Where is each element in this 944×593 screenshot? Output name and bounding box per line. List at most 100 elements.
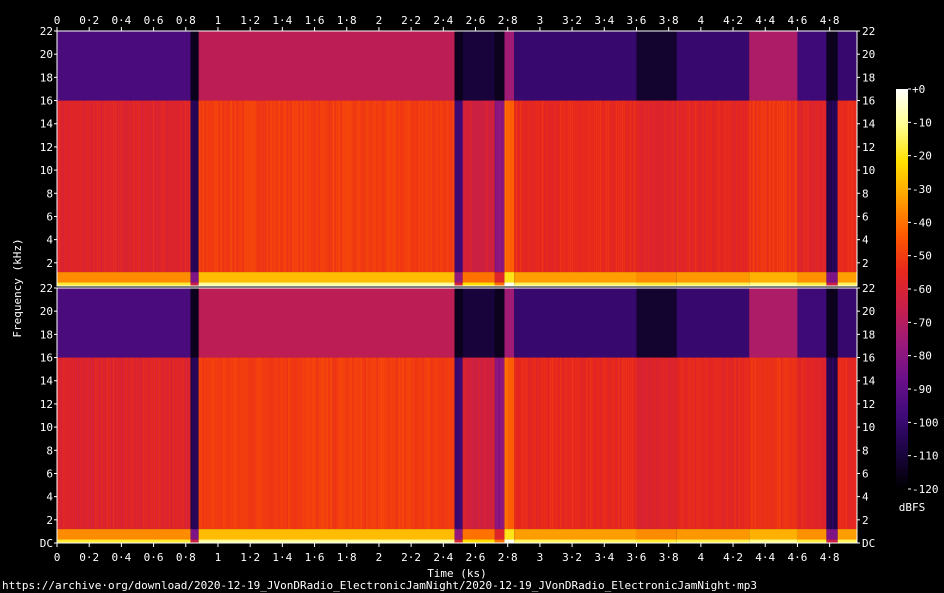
spectrum-stripe <box>216 100 218 273</box>
spectrum-stripe <box>330 100 332 273</box>
spectrum-stripe <box>819 100 821 273</box>
spectrum-stripe <box>119 357 120 530</box>
spectrum-segment <box>749 31 799 286</box>
spectrum-stripe <box>793 357 795 530</box>
spectrum-stripe <box>490 357 492 530</box>
spectrum-stripe <box>99 100 100 273</box>
spectrum-stripe <box>258 100 260 273</box>
spectrum-stripe <box>428 100 430 273</box>
spectrum-stripe <box>89 100 90 273</box>
spectrum-stripe <box>799 100 801 273</box>
spectrum-stripe <box>832 357 834 530</box>
spectrum-stripe <box>580 100 582 273</box>
spectrum-stripe <box>260 357 262 530</box>
spectrum-stripe <box>402 357 404 530</box>
spectrum-stripe <box>380 100 382 273</box>
spectrum-stripe <box>556 100 558 273</box>
spectrum-stripe <box>216 357 218 530</box>
spectrum-stripe <box>534 100 536 273</box>
spectrum-stripe <box>570 100 572 273</box>
spectrum-stripe <box>504 100 506 273</box>
spectrum-stripe <box>572 100 574 273</box>
spectrum-stripe <box>618 100 620 273</box>
spectrum-stripe <box>302 100 304 273</box>
spectrum-stripe <box>682 357 684 530</box>
colorbar-tick-label: -80 <box>912 350 932 363</box>
x-tick-label-top: 1·4 <box>272 14 292 27</box>
spectrum-stripe <box>478 100 480 273</box>
spectrum-stripe <box>125 100 126 273</box>
spectrum-stripe <box>189 100 190 273</box>
spectrum-stripe <box>586 100 588 273</box>
spectrum-stripe <box>65 100 66 273</box>
spectrum-stripe <box>348 100 350 273</box>
lf-band <box>797 272 827 283</box>
spectrum-stripe <box>185 357 186 530</box>
spectrum-stripe <box>292 100 294 273</box>
spectrum-stripe <box>761 100 763 273</box>
spectrum-stripe <box>254 100 256 273</box>
spectrum-stripe <box>742 357 744 530</box>
spectrum-stripe <box>813 357 815 530</box>
spectrum-stripe <box>797 100 799 273</box>
spectrum-stripe <box>765 100 767 273</box>
spectrum-stripe <box>825 100 827 273</box>
spectrum-segment <box>198 288 455 543</box>
spectrum-stripe <box>404 100 406 273</box>
spectrum-stripe <box>538 357 540 530</box>
spectrum-stripe <box>141 100 142 273</box>
spectrum-stripe <box>87 357 88 530</box>
x-tick-label: 3·2 <box>562 551 582 564</box>
spectrum-stripe <box>139 357 140 530</box>
spectrum-stripe <box>71 357 72 530</box>
hf-band <box>636 288 677 358</box>
lf-band <box>57 529 191 540</box>
spectrum-stripe <box>546 357 548 530</box>
lf-band <box>454 529 463 540</box>
spectrum-segment <box>636 288 678 543</box>
spectrum-stripe <box>558 100 560 273</box>
spectrum-stripe <box>220 100 222 273</box>
spectrum-stripe <box>206 357 208 530</box>
spectrum-stripe <box>656 100 658 273</box>
lf-band <box>514 529 637 540</box>
spectrum-stripe <box>646 357 648 530</box>
spectrum-stripe <box>153 100 154 273</box>
spectrum-stripe <box>157 357 158 530</box>
spectrum-stripe <box>460 100 462 273</box>
spectrum-stripe <box>376 100 378 273</box>
spectrum-stripe <box>452 100 454 273</box>
y-tick-label-right: 16 <box>862 95 875 108</box>
spectrum-stripe <box>746 357 748 530</box>
spectrum-stripe <box>524 357 526 530</box>
spectrum-stripe <box>536 100 538 273</box>
spectrum-stripe <box>606 357 608 530</box>
spectrum-stripe <box>169 357 170 530</box>
spectrum-stripe <box>592 100 594 273</box>
spectrum-stripe <box>296 357 298 530</box>
spectrum-segment <box>514 31 638 286</box>
spectrum-stripe <box>362 100 364 273</box>
spectrum-stripe <box>552 100 554 273</box>
spectrum-stripe <box>648 100 650 273</box>
dc-band <box>826 282 838 286</box>
spectrum-stripe <box>111 100 112 273</box>
y-tick-label: 20 <box>40 48 53 61</box>
spectrum-stripe <box>452 357 454 530</box>
spectrum-stripe <box>520 100 522 273</box>
spectrum-stripe <box>418 100 420 273</box>
y-tick-label: 4 <box>46 234 53 247</box>
spectrum-stripe <box>131 100 132 273</box>
spectrum-stripe <box>450 100 452 273</box>
dc-band <box>198 539 455 543</box>
spectrum-stripe <box>604 100 606 273</box>
spectrum-stripe <box>228 357 230 530</box>
spectrum-stripe <box>763 357 765 530</box>
spectrum-stripe <box>588 100 590 273</box>
spectrum-stripe <box>312 100 314 273</box>
spectrum-stripe <box>853 357 855 530</box>
dc-band <box>198 282 455 286</box>
spectrum-stripe <box>562 100 564 273</box>
spectrum-stripe <box>740 100 742 273</box>
spectrum-stripe <box>402 100 404 273</box>
